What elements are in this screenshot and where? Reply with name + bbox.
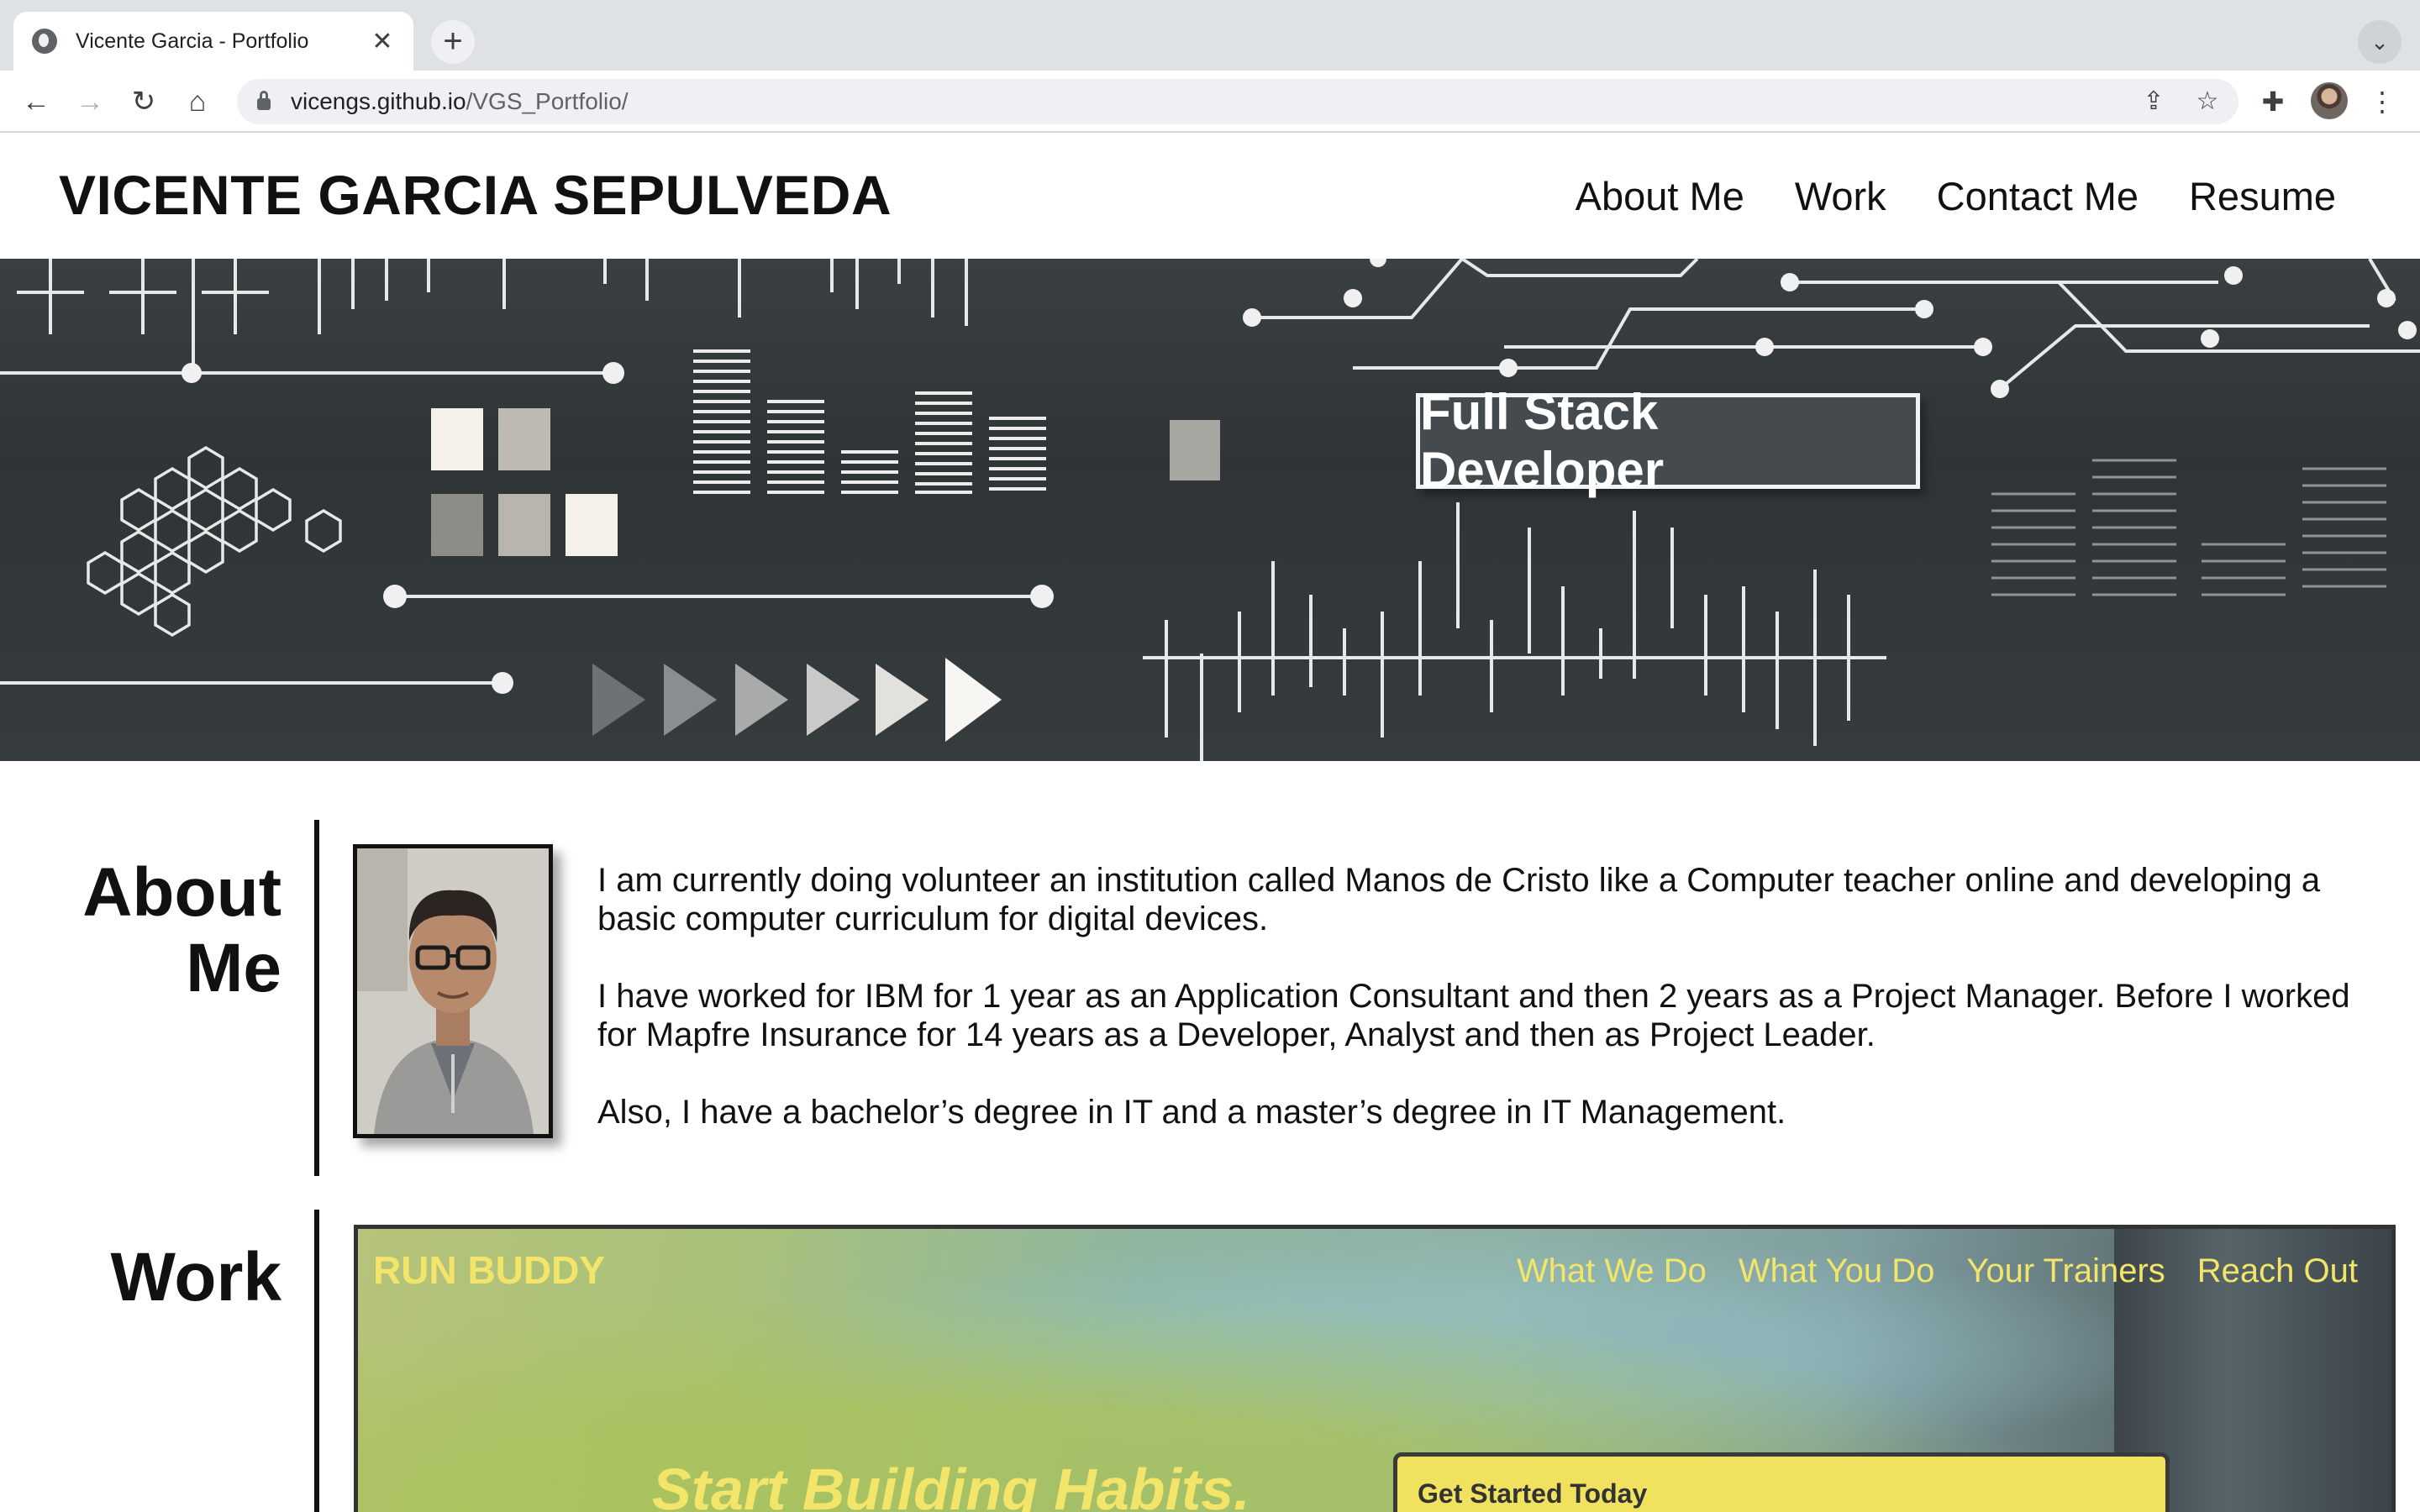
work-heading: Work <box>110 1239 281 1315</box>
about-heading-line1: About <box>82 854 281 931</box>
home-icon[interactable]: ⌂ <box>176 81 218 123</box>
new-tab-button[interactable]: + <box>431 20 475 64</box>
address-bar[interactable]: vicengs.github.io/VGS_Portfolio/ ⇪ ☆ <box>237 79 2238 124</box>
menu-kebab-icon[interactable]: ⋮ <box>2361 81 2403 123</box>
project-nav-item: What We Do <box>1516 1252 1707 1289</box>
nav-work[interactable]: Work <box>1795 173 1886 219</box>
tab-title: Vicente Garcia - Portfolio <box>76 29 309 53</box>
url-path: /VGS_Portfolio/ <box>466 88 629 114</box>
browser-tab[interactable]: Vicente Garcia - Portfolio ✕ <box>13 12 413 71</box>
profile-photo <box>353 844 553 1138</box>
extensions-icon[interactable]: ✚ <box>2252 81 2294 123</box>
project-nav-item: Reach Out <box>2196 1252 2358 1289</box>
hero-title-badge: Full Stack Developer <box>1416 384 1920 498</box>
bookmark-star-icon[interactable]: ☆ <box>2186 79 2228 124</box>
browser-toolbar: ← → ↻ ⌂ vicengs.github.io/VGS_Portfolio/… <box>0 71 2420 133</box>
site-nav: About Me Work Contact Me Resume <box>1576 173 2336 219</box>
project-logo: RUN BUDDY <box>373 1248 605 1292</box>
project-nav: What We Do What You Do Your Trainers Rea… <box>1517 1252 2358 1290</box>
back-icon[interactable]: ← <box>15 81 57 123</box>
about-paragraph-1: I am currently doing volunteer an instit… <box>597 862 2321 937</box>
work-divider <box>314 1210 319 1512</box>
project-nav-item: Your Trainers <box>1966 1252 2165 1289</box>
project-nav-item: What You Do <box>1738 1252 1935 1289</box>
project-signup-form: Get Started Today <box>1393 1452 2170 1512</box>
nav-contact-me[interactable]: Contact Me <box>1937 173 2139 219</box>
tab-search-icon[interactable]: ⌄ <box>2358 20 2402 64</box>
profile-portrait <box>357 848 549 1134</box>
project-form-title: Get Started Today <box>1418 1478 1648 1509</box>
url-host: vicengs.github.io <box>291 88 466 114</box>
browser-tabstrip: Vicente Garcia - Portfolio ✕ + ⌄ <box>0 0 2420 71</box>
about-heading-line2: Me <box>186 930 281 1006</box>
hero-title: Full Stack Developer <box>1420 384 1665 498</box>
about-heading: About Me <box>82 855 281 1006</box>
about-paragraph-3: Also, I have a bachelor’s degree in IT a… <box>597 1094 1786 1131</box>
nav-resume[interactable]: Resume <box>2189 173 2336 219</box>
site-header: VICENTE GARCIA SEPULVEDA About Me Work C… <box>0 134 2420 259</box>
about-text: I am currently doing volunteer an instit… <box>597 861 2370 1170</box>
nav-about-me[interactable]: About Me <box>1576 173 1744 219</box>
project-tagline: Start Building Habits. <box>652 1457 1250 1512</box>
globe-icon <box>32 29 57 54</box>
site-name: VICENTE GARCIA SEPULVEDA <box>59 164 892 226</box>
hero-banner: Full Stack Developer <box>0 259 2420 761</box>
circuit-board-illustration <box>0 259 2420 761</box>
lock-icon[interactable] <box>257 91 271 110</box>
about-divider <box>314 820 319 1176</box>
forward-icon[interactable]: → <box>69 81 111 123</box>
about-paragraph-2: I have worked for IBM for 1 year as an A… <box>597 978 2350 1053</box>
project-card-run-buddy[interactable]: RUN BUDDY What We Do What You Do Your Tr… <box>354 1225 2396 1512</box>
share-icon[interactable]: ⇪ <box>2133 79 2175 124</box>
close-tab-icon[interactable]: ✕ <box>370 27 395 56</box>
reload-icon[interactable]: ↻ <box>123 81 165 123</box>
profile-avatar[interactable] <box>2311 82 2348 119</box>
